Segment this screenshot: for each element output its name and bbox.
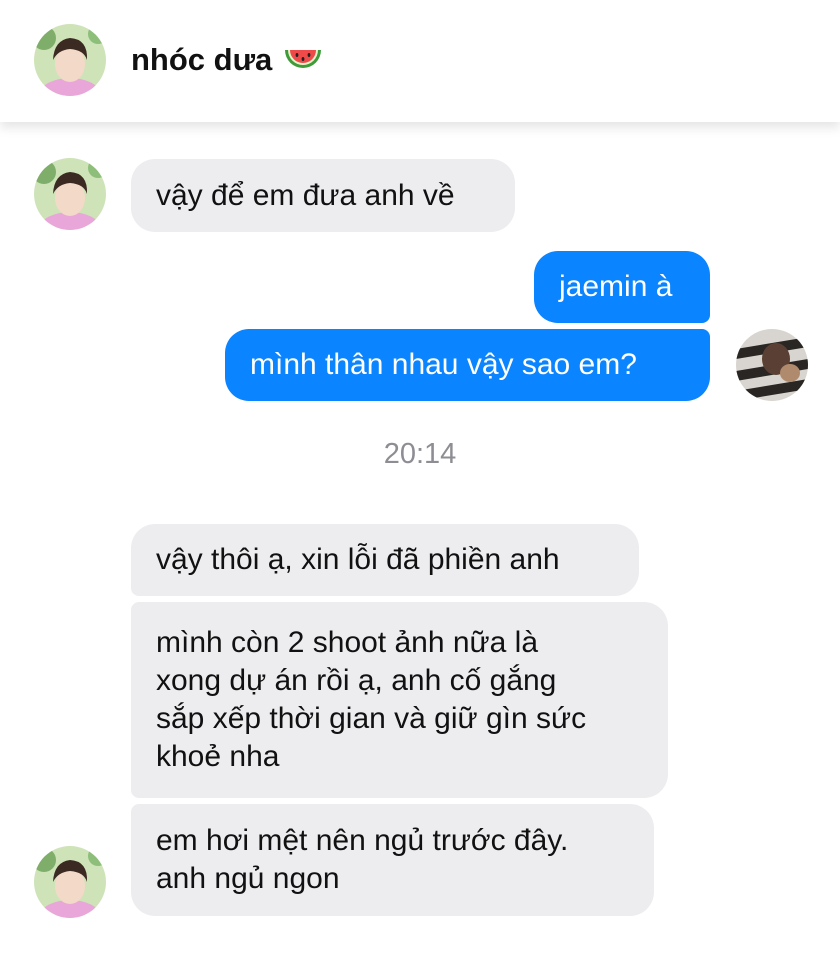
contact-name[interactable]: nhóc dưa xyxy=(131,42,324,78)
message-text: mình còn 2 shoot ảnh nữa là xong dự án r… xyxy=(156,626,587,773)
message-timestamp: 20:14 xyxy=(383,438,457,470)
message-text: vậy thôi ạ, xin lỗi đã phiền anh xyxy=(156,543,560,576)
incoming-message[interactable]: vậy để em đưa anh về xyxy=(131,159,515,232)
user-avatar[interactable] xyxy=(736,329,808,401)
incoming-message[interactable]: vậy thôi ạ, xin lỗi đã phiền anh xyxy=(131,524,639,596)
contact-avatar[interactable] xyxy=(34,846,106,918)
incoming-message[interactable]: em hơi mệt nên ngủ trước đây. anh ngủ ng… xyxy=(131,804,654,916)
contact-name-text: nhóc dưa xyxy=(131,42,273,77)
message-text: vậy để em đưa anh về xyxy=(156,178,455,212)
outgoing-message[interactable]: jaemin à xyxy=(534,251,710,323)
incoming-message[interactable]: mình còn 2 shoot ảnh nữa là xong dự án r… xyxy=(131,602,668,798)
contact-avatar[interactable] xyxy=(34,24,106,96)
outgoing-message[interactable]: mình thân nhau vậy sao em? xyxy=(225,329,710,401)
message-text: mình thân nhau vậy sao em? xyxy=(250,348,637,381)
chat-header: nhóc dưa xyxy=(0,0,840,122)
message-text: jaemin à xyxy=(559,270,673,303)
contact-avatar[interactable] xyxy=(34,158,106,230)
message-text: em hơi mệt nên ngủ trước đây. anh ngủ ng… xyxy=(156,824,569,895)
watermelon-icon xyxy=(282,45,324,75)
